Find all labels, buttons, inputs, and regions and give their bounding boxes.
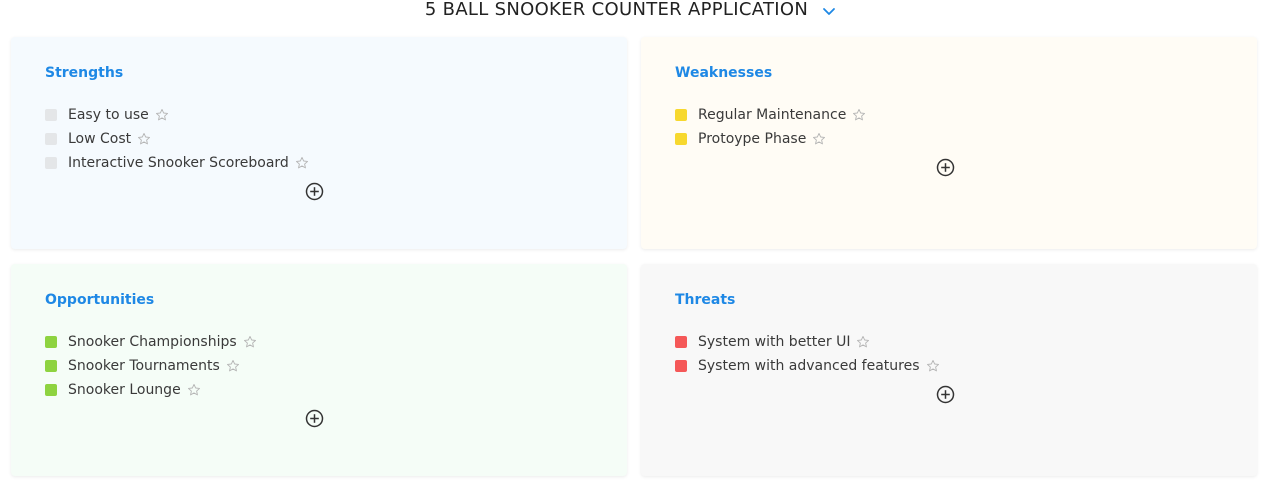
add-weakness-button[interactable] <box>936 158 955 177</box>
opportunities-card: Opportunities Snooker Championships Snook… <box>11 264 627 476</box>
item-label: Snooker Lounge <box>68 382 181 398</box>
threats-card: Threats System with better UI System with… <box>641 264 1257 476</box>
star-icon[interactable] <box>226 359 240 373</box>
star-icon[interactable] <box>926 359 940 373</box>
item-marker <box>45 384 57 396</box>
add-threat-button[interactable] <box>936 385 955 404</box>
item-label: System with advanced features <box>698 358 920 374</box>
list-item[interactable]: Protoype Phase <box>675 127 866 151</box>
item-label: Easy to use <box>68 107 149 123</box>
page-title: 5 BALL SNOOKER COUNTER APPLICATION <box>424 0 809 20</box>
item-marker <box>45 157 57 169</box>
list-item[interactable]: Snooker Championships <box>45 330 257 354</box>
chevron-down-icon[interactable] <box>821 3 837 19</box>
star-icon[interactable] <box>852 108 866 122</box>
star-icon[interactable] <box>812 132 826 146</box>
star-icon[interactable] <box>243 335 257 349</box>
star-icon[interactable] <box>187 383 201 397</box>
list-item[interactable]: Interactive Snooker Scoreboard <box>45 151 309 175</box>
add-opportunity-button[interactable] <box>305 409 324 428</box>
list-item[interactable]: System with advanced features <box>675 354 940 378</box>
page-header: 5 BALL SNOOKER COUNTER APPLICATION <box>0 0 1262 24</box>
strengths-card: Strengths Easy to use Low Cost Interactive… <box>11 37 627 249</box>
item-label: Regular Maintenance <box>698 107 847 123</box>
item-label: Snooker Tournaments <box>68 358 220 374</box>
list-item[interactable]: Low Cost <box>45 127 309 151</box>
list-item[interactable]: Regular Maintenance <box>675 103 866 127</box>
opportunities-list: Snooker Championships Snooker Tournaments… <box>45 330 257 402</box>
item-marker <box>675 360 687 372</box>
threats-heading: Threats <box>675 292 736 308</box>
item-label: Snooker Championships <box>68 334 237 350</box>
item-marker <box>675 109 687 121</box>
item-label: Protoype Phase <box>698 131 807 147</box>
list-item[interactable]: System with better UI <box>675 330 940 354</box>
strengths-heading: Strengths <box>45 65 124 81</box>
weaknesses-list: Regular Maintenance Protoype Phase <box>675 103 866 151</box>
threats-list: System with better UI System with advance… <box>675 330 940 378</box>
star-icon[interactable] <box>137 132 151 146</box>
item-marker <box>45 109 57 121</box>
weaknesses-heading: Weaknesses <box>675 65 773 81</box>
item-label: System with better UI <box>698 334 851 350</box>
item-marker <box>45 360 57 372</box>
item-marker <box>45 336 57 348</box>
weaknesses-card: Weaknesses Regular Maintenance Protoype P… <box>641 37 1257 249</box>
list-item[interactable]: Snooker Lounge <box>45 378 257 402</box>
item-marker <box>675 336 687 348</box>
star-icon[interactable] <box>856 335 870 349</box>
star-icon[interactable] <box>295 156 309 170</box>
item-label: Low Cost <box>68 131 132 147</box>
list-item[interactable]: Easy to use <box>45 103 309 127</box>
item-marker <box>675 133 687 145</box>
add-strength-button[interactable] <box>305 182 324 201</box>
star-icon[interactable] <box>155 108 169 122</box>
opportunities-heading: Opportunities <box>45 292 155 308</box>
strengths-list: Easy to use Low Cost Interactive Snooker S… <box>45 103 309 175</box>
item-label: Interactive Snooker Scoreboard <box>68 155 289 171</box>
list-item[interactable]: Snooker Tournaments <box>45 354 257 378</box>
item-marker <box>45 133 57 145</box>
